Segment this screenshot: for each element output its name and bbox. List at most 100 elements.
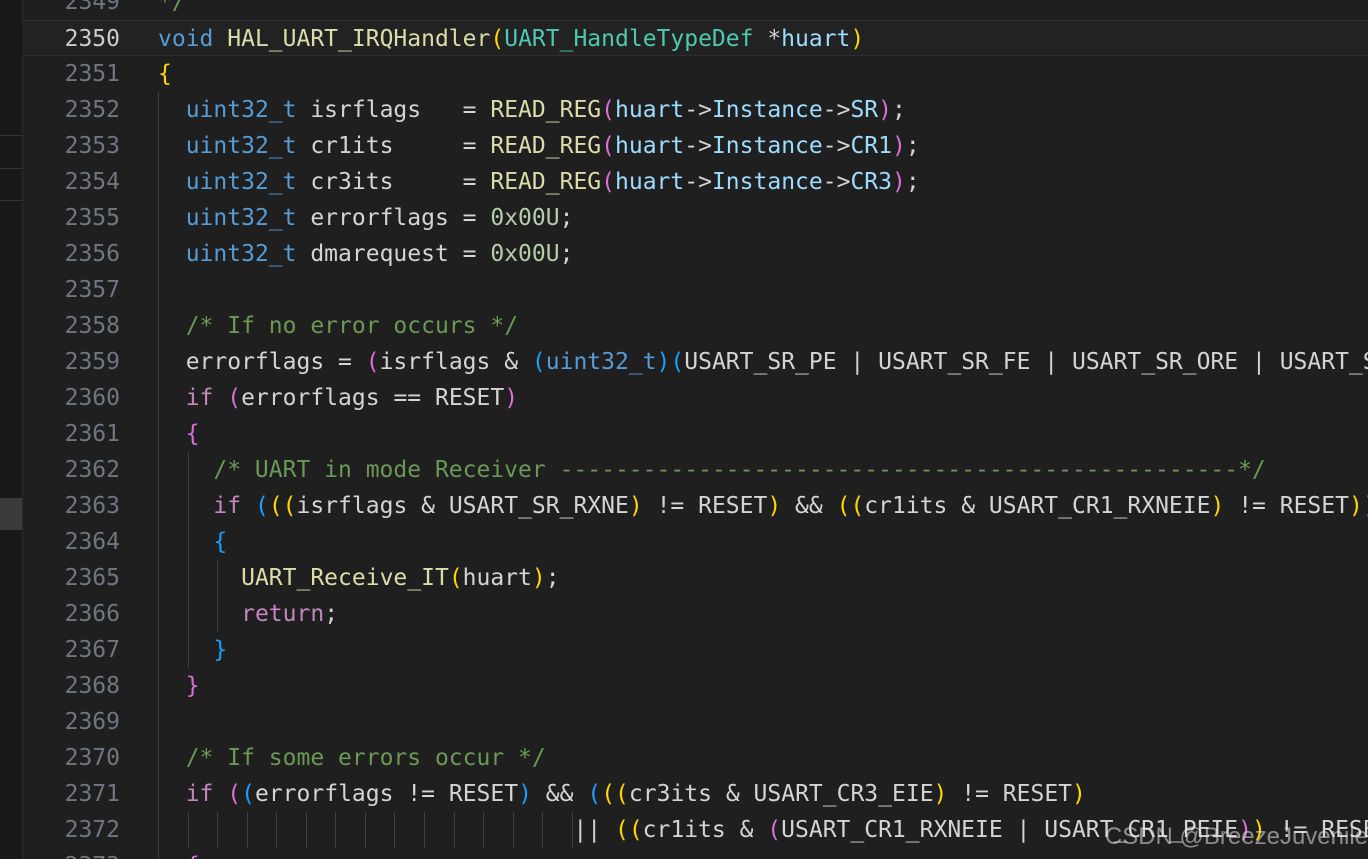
code-token: ) <box>933 781 948 807</box>
code-token: { <box>185 421 200 447</box>
code-line[interactable]: 2365 UART_Receive_IT(huart); <box>22 560 1368 596</box>
code-token: * <box>753 26 782 52</box>
code-token: isrflags = <box>296 97 491 123</box>
code-line[interactable]: 2362 /* UART in mode Receiver ----------… <box>22 452 1368 488</box>
code-token: (( <box>601 781 629 807</box>
code-line[interactable]: 2349 */ <box>22 0 1368 20</box>
code-line[interactable]: 2350 void HAL_UART_IRQHandler(UART_Handle… <box>22 20 1368 56</box>
code-token: ) <box>891 133 906 159</box>
code-token: cr3its = <box>296 169 491 195</box>
code-line[interactable]: 2371 if ((errorflags != RESET) && (((cr3… <box>22 776 1368 812</box>
code-text: if (((isrflags & USART_SR_RXNE) != RESET… <box>158 488 1368 524</box>
code-text: errorflags = (isrflags & (uint32_t)(USAR… <box>158 344 1368 380</box>
code-token: ( <box>531 349 546 375</box>
code-token: cr3its & USART_CR3_EIE <box>628 781 934 807</box>
code-token: -> <box>822 169 851 195</box>
line-number: 2371 <box>64 781 120 807</box>
code-token: HAL_UART_IRQHandler <box>227 26 491 52</box>
code-token: READ_REG <box>490 97 602 123</box>
code-line[interactable]: 2363 if (((isrflags & USART_SR_RXNE) != … <box>22 488 1368 524</box>
scrollbar-thumb[interactable] <box>0 498 22 530</box>
code-token: cr1its & USART_CR1_RXNEIE <box>864 493 1211 519</box>
line-number: 2359 <box>64 349 120 375</box>
code-text: if ((errorflags != RESET) && (((cr3its &… <box>158 776 1086 812</box>
code-token: if <box>185 781 214 807</box>
code-token: */ <box>158 0 186 15</box>
code-text: { <box>158 524 227 560</box>
code-token: ; <box>905 169 920 195</box>
code-token: != RESET <box>642 493 768 519</box>
code-token: dmarequest = <box>296 241 491 267</box>
code-line[interactable]: 2356 uint32_t dmarequest = 0x00U; <box>22 236 1368 272</box>
line-number: 2367 <box>64 637 120 663</box>
code-token: ) <box>518 781 532 807</box>
line-number: 2360 <box>64 385 120 411</box>
code-text: */ <box>158 0 186 20</box>
code-line[interactable]: 2353 uint32_t cr1its = READ_REG(huart->I… <box>22 128 1368 164</box>
code-line[interactable]: 2366 return; <box>22 596 1368 632</box>
line-number: 2356 <box>64 241 120 267</box>
code-token: 0x00U <box>490 241 560 267</box>
code-token: { <box>186 853 200 859</box>
code-token: (( <box>268 493 297 519</box>
code-token: errorflags = <box>158 349 366 375</box>
code-token: ( <box>448 565 463 591</box>
code-token: ( <box>241 781 255 807</box>
code-token: Instance <box>711 97 823 123</box>
line-number: 2372 <box>64 817 120 843</box>
code-line[interactable]: 2360 if (errorflags == RESET) <box>22 380 1368 416</box>
line-number: 2364 <box>64 529 120 555</box>
code-line[interactable]: 2364 { <box>22 524 1368 560</box>
indent-guide <box>158 272 159 308</box>
code-line[interactable]: 2354 uint32_t cr3its = READ_REG(huart->I… <box>22 164 1368 200</box>
code-token: { <box>158 61 172 87</box>
code-token: ) <box>891 169 906 195</box>
code-line[interactable]: 2355 uint32_t errorflags = 0x00U; <box>22 200 1368 236</box>
code-token: -> <box>684 169 712 195</box>
code-editor[interactable]: 2349 */ 2350 void HAL_UART_IRQHandler(UART_… <box>22 0 1368 859</box>
code-line[interactable]: 2368 } <box>22 668 1368 704</box>
code-line[interactable]: 2358 /* If no error occurs */ <box>22 308 1368 344</box>
code-line[interactable]: 2351 { <box>22 56 1368 92</box>
code-token: uint32_t <box>545 349 657 375</box>
strip-divider <box>0 135 22 136</box>
code-token: { <box>213 529 228 555</box>
code-line[interactable]: 2359 errorflags = (isrflags & (uint32_t)… <box>22 344 1368 380</box>
code-token: ) <box>1210 493 1225 519</box>
code-token: ( <box>587 781 602 807</box>
code-token: if <box>185 385 214 411</box>
code-text: { <box>158 416 200 452</box>
code-token: ) <box>1363 493 1368 519</box>
code-token: ; <box>545 565 560 591</box>
code-token: && <box>781 493 837 519</box>
code-token: ; <box>905 133 920 159</box>
code-token: (( <box>614 817 643 843</box>
code-text: UART_Receive_IT(huart); <box>158 560 560 596</box>
code-line[interactable]: 2361 { <box>22 416 1368 452</box>
code-token: || <box>158 817 615 843</box>
line-number: 2349 <box>64 0 120 15</box>
code-line[interactable]: 2352 uint32_t isrflags = READ_REG(huart-… <box>22 92 1368 128</box>
code-line[interactable]: 2369 <box>22 704 1368 740</box>
code-line[interactable]: 2357 <box>22 272 1368 308</box>
code-token: uint32_t <box>185 205 297 231</box>
code-text: { <box>158 56 172 92</box>
code-line[interactable]: 2370 /* If some errors occur */ <box>22 740 1368 776</box>
code-text: /* If some errors occur */ <box>158 740 546 776</box>
code-line[interactable]: 2367 } <box>22 632 1368 668</box>
code-token: ( <box>601 169 615 195</box>
code-token: errorflags = <box>296 205 491 231</box>
